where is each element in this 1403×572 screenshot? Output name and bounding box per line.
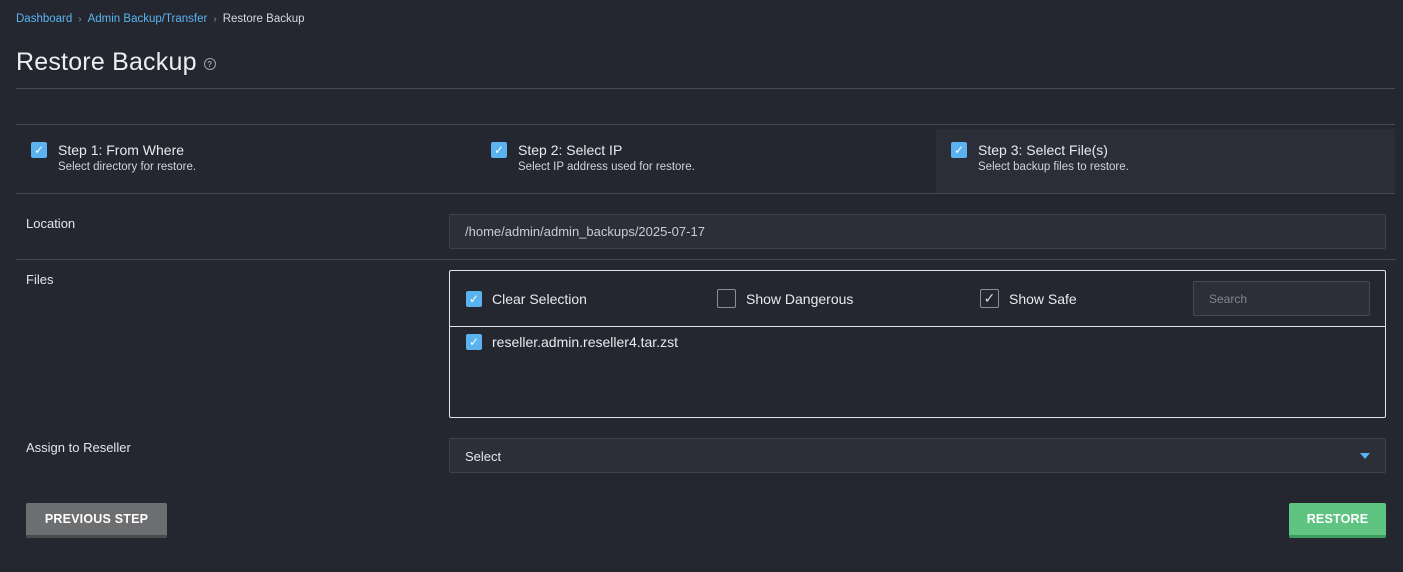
file-list-item[interactable]: ✓ reseller.admin.reseller4.tar.zst (466, 334, 678, 350)
page-title: Restore Backup (16, 48, 197, 76)
show-dangerous-checkbox[interactable] (717, 289, 736, 308)
step-1-desc: Select directory for restore. (58, 161, 197, 173)
step-3-title: Step 3: Select File(s) (978, 142, 1108, 158)
step-3-check-icon: ✓ (951, 142, 967, 158)
file-checkbox[interactable]: ✓ (466, 334, 482, 350)
show-safe-checkbox[interactable]: ✓ (980, 289, 999, 308)
files-panel: ✓ Clear Selection Show Dangerous ✓ Show … (449, 270, 1386, 418)
step-3-active[interactable]: ✓ Step 3: Select File(s) Select backup f… (936, 129, 1395, 193)
show-dangerous-toggle[interactable]: Show Dangerous (717, 289, 853, 308)
step-1[interactable]: ✓ Step 1: From Where Select directory fo… (16, 129, 476, 193)
chevron-down-icon (1360, 453, 1370, 459)
breadcrumb-link-admin-backup[interactable]: Admin Backup/Transfer (88, 13, 208, 25)
files-label: Files (26, 272, 54, 287)
file-name: reseller.admin.reseller4.tar.zst (492, 334, 678, 350)
show-safe-label: Show Safe (1009, 290, 1077, 307)
step-1-check-icon: ✓ (31, 142, 47, 158)
help-icon[interactable]: ? (203, 58, 216, 70)
location-field: /home/admin/admin_backups/2025-07-17 (449, 214, 1386, 249)
restore-button[interactable]: RESTORE (1289, 503, 1386, 538)
show-dangerous-label: Show Dangerous (746, 290, 854, 307)
step-2-title: Step 2: Select IP (518, 142, 623, 158)
steps-bottom-divider (16, 193, 1395, 194)
location-label: Location (26, 216, 76, 231)
breadcrumb-current: Restore Backup (222, 13, 305, 25)
reseller-label: Assign to Reseller (26, 440, 131, 455)
breadcrumb-separator: › (213, 13, 217, 25)
wizard-steps: ✓ Step 1: From Where Select directory fo… (16, 125, 1395, 194)
step-2-check-icon: ✓ (491, 142, 507, 158)
title-divider (16, 88, 1395, 89)
clear-selection-label: Clear Selection (492, 291, 587, 307)
clear-selection-checkbox[interactable]: ✓ (466, 291, 482, 307)
breadcrumb-separator: › (78, 13, 82, 25)
clear-selection-toggle[interactable]: ✓ Clear Selection (466, 291, 587, 307)
page-header: Restore Backup ? (16, 48, 216, 77)
step-1-title: Step 1: From Where (58, 142, 185, 158)
reseller-select[interactable]: Select (449, 438, 1386, 473)
files-toolbar: ✓ Clear Selection Show Dangerous ✓ Show … (450, 271, 1385, 327)
show-safe-toggle[interactable]: ✓ Show Safe (980, 289, 1077, 308)
breadcrumb: Dashboard › Admin Backup/Transfer › Rest… (16, 13, 305, 25)
step-2-desc: Select IP address used for restore. (518, 161, 695, 173)
reseller-select-value: Select (465, 449, 502, 464)
breadcrumb-link-dashboard[interactable]: Dashboard (16, 13, 72, 25)
step-2[interactable]: ✓ Step 2: Select IP Select IP address us… (476, 129, 936, 193)
step-3-desc: Select backup files to restore. (978, 161, 1129, 173)
location-divider (16, 259, 1396, 260)
search-input[interactable] (1193, 281, 1370, 316)
previous-step-button[interactable]: PREVIOUS STEP (26, 503, 167, 538)
